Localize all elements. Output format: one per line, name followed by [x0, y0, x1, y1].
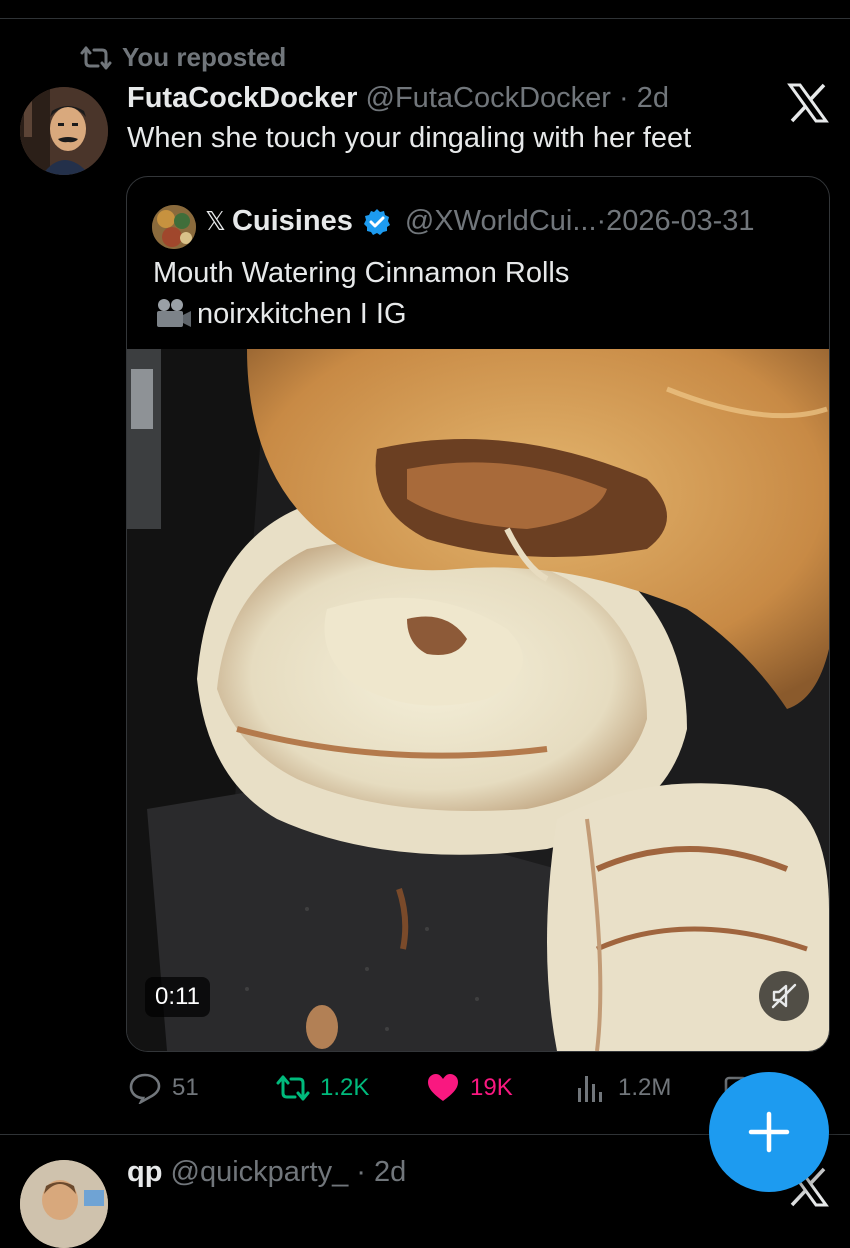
- like-count: 19K: [470, 1074, 513, 1101]
- video-duration: 0:11: [145, 977, 210, 1017]
- post-header: FutaCockDocker @FutaCockDocker · 2d: [127, 82, 669, 115]
- quoted-text-line2-row: noirxkitchen I IG: [153, 297, 407, 331]
- quoted-post-header: 𝕏 Cuisines @XWorldCui... · 2026-03-31: [205, 205, 755, 238]
- next-author-avatar[interactable]: [20, 1160, 108, 1248]
- repost-button[interactable]: 1.2K: [276, 1068, 369, 1108]
- post-text: When she touch your dingaling with her f…: [127, 122, 692, 154]
- author-avatar[interactable]: [20, 87, 108, 175]
- like-button[interactable]: 19K: [426, 1068, 513, 1108]
- repost-count: 1.2K: [320, 1074, 370, 1101]
- reply-button[interactable]: 51: [128, 1068, 199, 1108]
- mute-button[interactable]: [759, 971, 809, 1021]
- previous-post-border: [0, 0, 850, 19]
- next-post-header: qp @quickparty_ · 2d: [127, 1156, 406, 1189]
- quoted-text-line1: Mouth Watering Cinnamon Rolls: [153, 257, 570, 289]
- separator-dot: ·: [596, 205, 607, 237]
- views-button[interactable]: 1.2M: [574, 1068, 671, 1108]
- repost-banner-label: You reposted: [122, 42, 287, 72]
- reply-count: 51: [172, 1074, 199, 1101]
- quoted-handle[interactable]: @XWorldCui...: [405, 205, 597, 238]
- quoted-name-prefix: 𝕏: [205, 206, 226, 236]
- video-player[interactable]: 0:11: [127, 349, 829, 1051]
- quoted-author-avatar[interactable]: [152, 205, 196, 249]
- separator-dot: ·: [610, 82, 637, 114]
- separator-dot: ·: [348, 1156, 375, 1188]
- next-author-display-name[interactable]: qp: [127, 1156, 162, 1188]
- plus-icon: [748, 1111, 790, 1153]
- view-count: 1.2M: [618, 1074, 672, 1101]
- post-time[interactable]: 2d: [637, 82, 669, 114]
- analytics-icon: [578, 1076, 602, 1102]
- next-post-time[interactable]: 2d: [374, 1156, 406, 1188]
- compose-post-button[interactable]: [709, 1072, 829, 1192]
- quoted-text-line2: noirxkitchen I IG: [197, 297, 407, 330]
- heart-filled-icon: [428, 1074, 458, 1101]
- verified-badge-icon: [363, 208, 390, 235]
- speaker-muted-icon: [771, 983, 797, 1009]
- repost-icon: [80, 46, 112, 69]
- next-author-handle[interactable]: @quickparty_: [171, 1156, 349, 1188]
- author-handle[interactable]: @FutaCockDocker: [366, 82, 611, 114]
- author-display-name[interactable]: FutaCockDocker: [127, 82, 357, 114]
- repost-icon: [276, 1075, 310, 1101]
- quoted-post-time[interactable]: 2026-03-31: [606, 205, 754, 238]
- movie-camera-icon: [157, 299, 191, 327]
- repost-banner[interactable]: You reposted: [80, 42, 286, 73]
- quoted-display-name[interactable]: Cuisines: [232, 205, 353, 238]
- x-logo-icon[interactable]: [786, 82, 830, 124]
- reply-icon: [129, 1073, 161, 1104]
- quoted-post-card[interactable]: 𝕏 Cuisines @XWorldCui... · 2026-03-31 Mo…: [126, 176, 830, 1052]
- cinnamon-rolls-video-frame: [127, 349, 829, 1051]
